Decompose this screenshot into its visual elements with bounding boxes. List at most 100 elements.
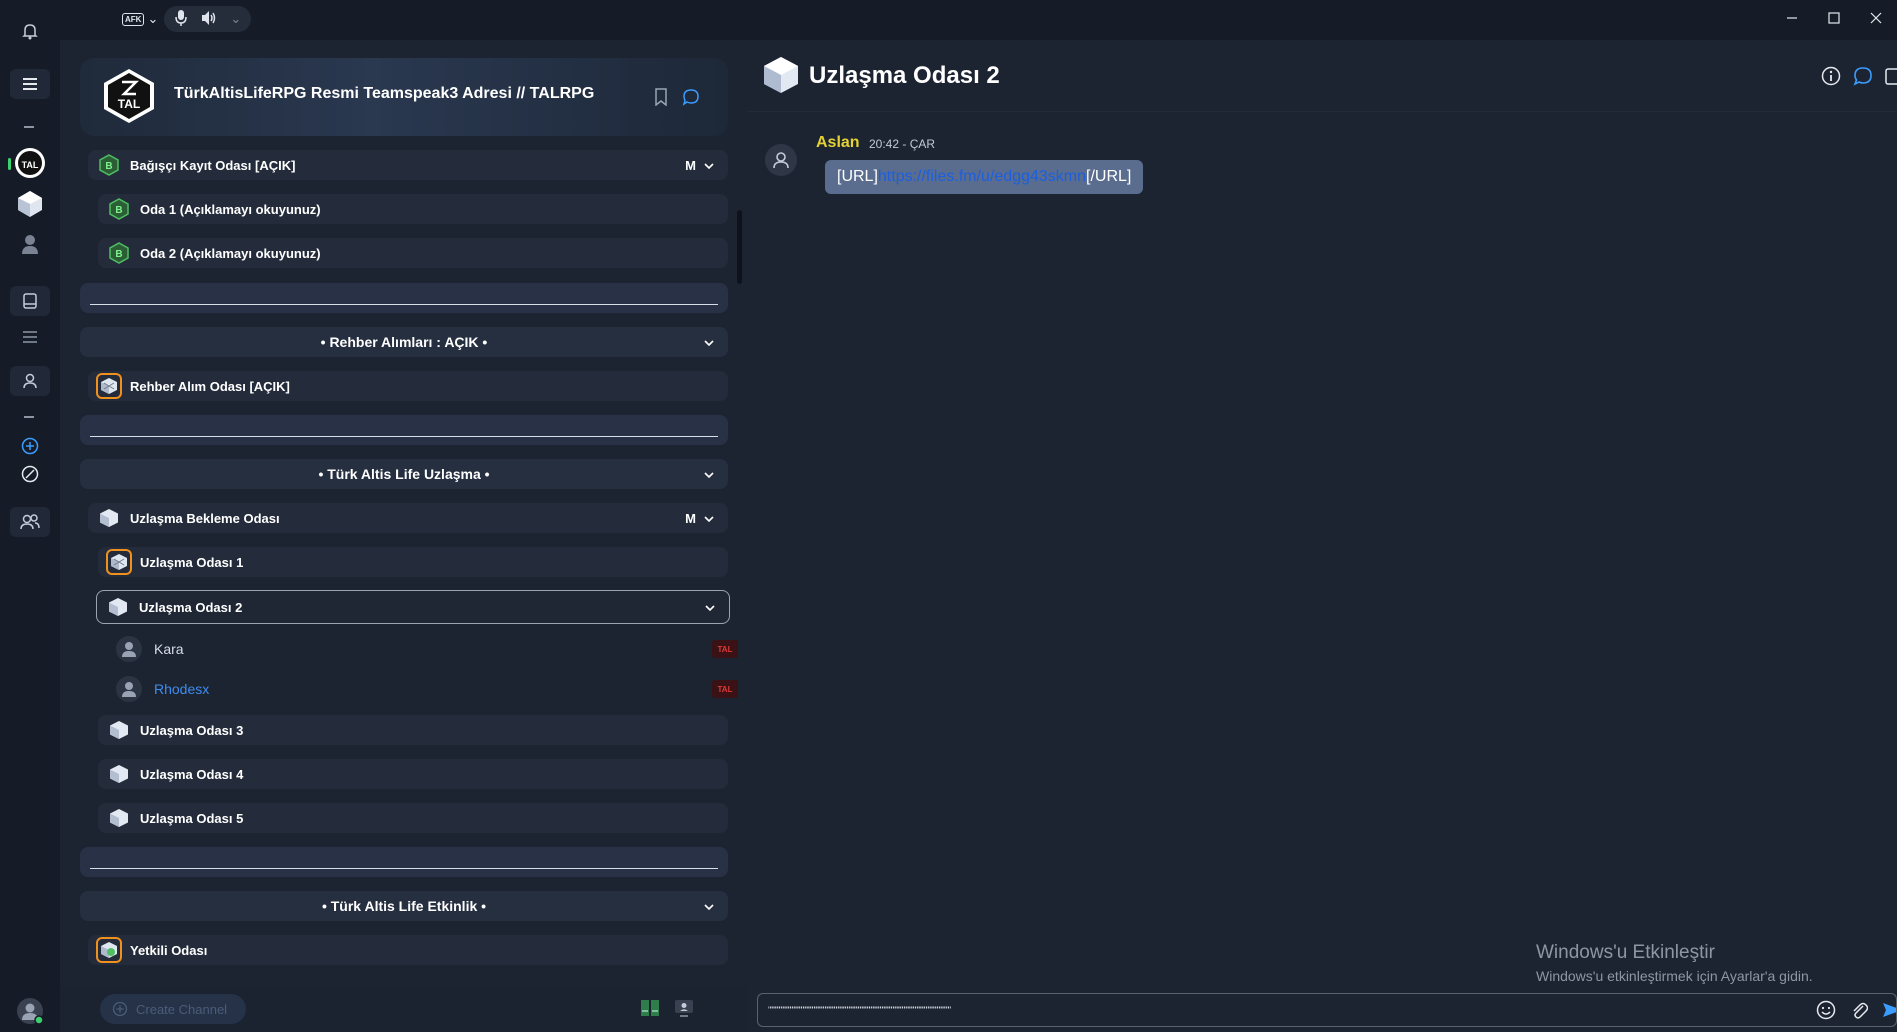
chat-area: Uzlaşma Odası 2 Aslan 20:42 - ÇAR [URL] … <box>747 40 1897 1032</box>
message-link[interactable]: https://files.fm/u/edgg43skmn <box>878 168 1086 186</box>
channel-row-uzlasma-5[interactable]: Uzlaşma Odası 5 <box>98 803 728 833</box>
channel-row-oda2[interactable]: B Oda 2 (Açıklamayı okuyunuz) <box>98 238 728 268</box>
cube-channel-icon <box>106 549 132 575</box>
message-suffix: [/URL] <box>1086 168 1132 185</box>
input-actions <box>1816 1000 1897 1022</box>
cube-channel-icon <box>96 373 122 399</box>
close-button[interactable] <box>1855 0 1897 36</box>
chevron-down-icon: ⌄ <box>147 11 159 26</box>
channel-row-uzlasma-1[interactable]: Uzlaşma Odası 1 <box>98 547 728 577</box>
send-icon[interactable] <box>1882 1000 1897 1022</box>
afk-icon: AFK <box>122 12 145 26</box>
files-icon[interactable] <box>1885 66 1897 91</box>
chat-bubble-icon[interactable] <box>1853 66 1873 91</box>
channel-row-bagisci[interactable]: B Bağışçı Kayıt Odası [AÇIK] M <box>88 150 728 180</box>
divider <box>24 126 34 128</box>
attachment-icon[interactable] <box>1850 1000 1869 1022</box>
channel-meta: M <box>685 511 714 526</box>
user-row-rhodesx[interactable]: Rhodesx TAL <box>116 672 738 706</box>
message-author[interactable]: Aslan <box>816 134 860 152</box>
user-icon[interactable] <box>10 229 50 259</box>
category-uzlasma[interactable]: • Türk Altis Life Uzlaşma • <box>80 459 728 489</box>
message-input-value: """"""""""""""""""""""""""""""""""""""""… <box>768 1005 951 1015</box>
afk-button[interactable]: AFK ⌄ <box>122 6 158 32</box>
spacer-line <box>90 304 718 305</box>
create-channel-button[interactable]: Create Channel <box>100 994 246 1024</box>
spacer-line <box>90 868 718 869</box>
donor-channel-icon: B <box>108 198 130 220</box>
message-avatar[interactable] <box>765 144 797 176</box>
chevron-down-icon[interactable] <box>704 898 714 914</box>
spacer-channel[interactable] <box>80 283 728 313</box>
user-row-kara[interactable]: Kara TAL <box>116 632 738 666</box>
category-rehber[interactable]: • Rehber Alımları : AÇIK • <box>80 327 728 357</box>
active-server-indicator <box>8 158 11 170</box>
speaker-icon[interactable] <box>200 10 218 29</box>
moderated-badge: M <box>685 157 696 173</box>
message-input[interactable]: """"""""""""""""""""""""""""""""""""""""… <box>757 993 1897 1027</box>
server-title: TürkAltisLifeRPG Resmi Teamspeak3 Adresi… <box>174 85 595 102</box>
spacer-channel[interactable] <box>80 415 728 445</box>
channel-meta: M <box>685 158 714 173</box>
window-controls <box>1771 0 1897 36</box>
server-banner[interactable]: TAL TürkAltisLifeRPG Resmi Teamspeak3 Ad… <box>80 58 728 136</box>
watermark-title: Windows'u Etkinleştir <box>1536 942 1715 963</box>
emoji-icon[interactable] <box>1816 1000 1836 1022</box>
chevron-down-icon[interactable] <box>704 466 714 482</box>
microphone-icon[interactable] <box>174 9 188 30</box>
divider <box>24 416 34 418</box>
disconnect-icon[interactable] <box>10 459 50 489</box>
cube-channel-icon <box>108 719 130 741</box>
message-timestamp: 20:42 - ÇAR <box>869 137 936 151</box>
chevron-down-icon[interactable] <box>704 334 714 350</box>
channel-row-yetkili[interactable]: Yetkili Odası <box>88 935 728 965</box>
channel-label: Uzlaşma Bekleme Odası <box>130 510 280 526</box>
add-icon <box>112 1001 128 1017</box>
layout-icon[interactable] <box>640 999 660 1022</box>
server-tal-icon[interactable]: TAL <box>10 148 50 178</box>
channel-label: Bağışçı Kayıt Odası [AÇIK] <box>130 157 296 173</box>
bell-icon[interactable] <box>10 16 50 46</box>
user-name: Rhodesx <box>154 681 210 697</box>
list-icon[interactable] <box>10 322 50 352</box>
channel-meta <box>705 600 715 615</box>
minimize-button[interactable] <box>1771 0 1813 36</box>
watermark-subtitle: Windows'u etkinleştirmek için Ayarlar'a … <box>1536 968 1813 984</box>
chevron-down-icon[interactable] <box>705 600 715 615</box>
svg-text:TAL: TAL <box>118 97 140 111</box>
donor-channel-icon: B <box>108 242 130 264</box>
chat-bubble-icon[interactable] <box>682 88 700 111</box>
bookmark-panel-icon[interactable] <box>10 286 50 316</box>
bookmark-icon[interactable] <box>654 88 668 111</box>
windows-activation-watermark: Windows'u Etkinleştir Windows'u etkinleş… <box>1536 942 1813 984</box>
add-icon[interactable] <box>10 431 50 461</box>
spacer-channel[interactable] <box>80 847 728 877</box>
contacts-icon[interactable] <box>10 366 50 396</box>
maximize-button[interactable] <box>1813 0 1855 36</box>
friends-icon[interactable] <box>10 507 50 537</box>
chevron-down-icon[interactable]: ⌄ <box>230 11 241 27</box>
channel-row-rehber-alim[interactable]: Rehber Alım Odası [AÇIK] <box>88 371 728 401</box>
screen-user-icon[interactable] <box>674 999 694 1022</box>
channel-row-uzlasma-bekleme[interactable]: Uzlaşma Bekleme Odası M <box>88 503 728 533</box>
server-logo: TAL <box>104 69 154 123</box>
channel-panel-footer: Create Channel <box>60 986 747 1032</box>
message-bubble: [URL] https://files.fm/u/edgg43skmn [/UR… <box>825 160 1144 194</box>
channel-row-uzlasma-2[interactable]: Uzlaşma Odası 2 <box>96 590 730 624</box>
channel-row-uzlasma-4[interactable]: Uzlaşma Odası 4 <box>98 759 728 789</box>
menu-icon[interactable] <box>10 69 50 99</box>
category-label: • Türk Altis Life Uzlaşma • <box>318 466 490 482</box>
channel-cube-icon[interactable] <box>10 189 50 219</box>
chevron-down-icon[interactable] <box>704 158 714 173</box>
svg-text:B: B <box>115 205 122 216</box>
category-etkinlik[interactable]: • Türk Altis Life Etkinlik • <box>80 891 728 921</box>
channel-label: Rehber Alım Odası [AÇIK] <box>130 378 290 394</box>
channel-scrollbar[interactable] <box>737 210 742 284</box>
profile-avatar[interactable] <box>10 996 50 1026</box>
spacer-line <box>90 436 718 437</box>
channel-row-oda1[interactable]: B Oda 1 (Açıklamayı okuyunuz) <box>98 194 728 224</box>
channel-row-uzlasma-3[interactable]: Uzlaşma Odası 3 <box>98 715 728 745</box>
chevron-down-icon[interactable] <box>704 511 714 526</box>
info-icon[interactable] <box>1821 66 1841 91</box>
category-label: • Türk Altis Life Etkinlik • <box>321 898 487 914</box>
